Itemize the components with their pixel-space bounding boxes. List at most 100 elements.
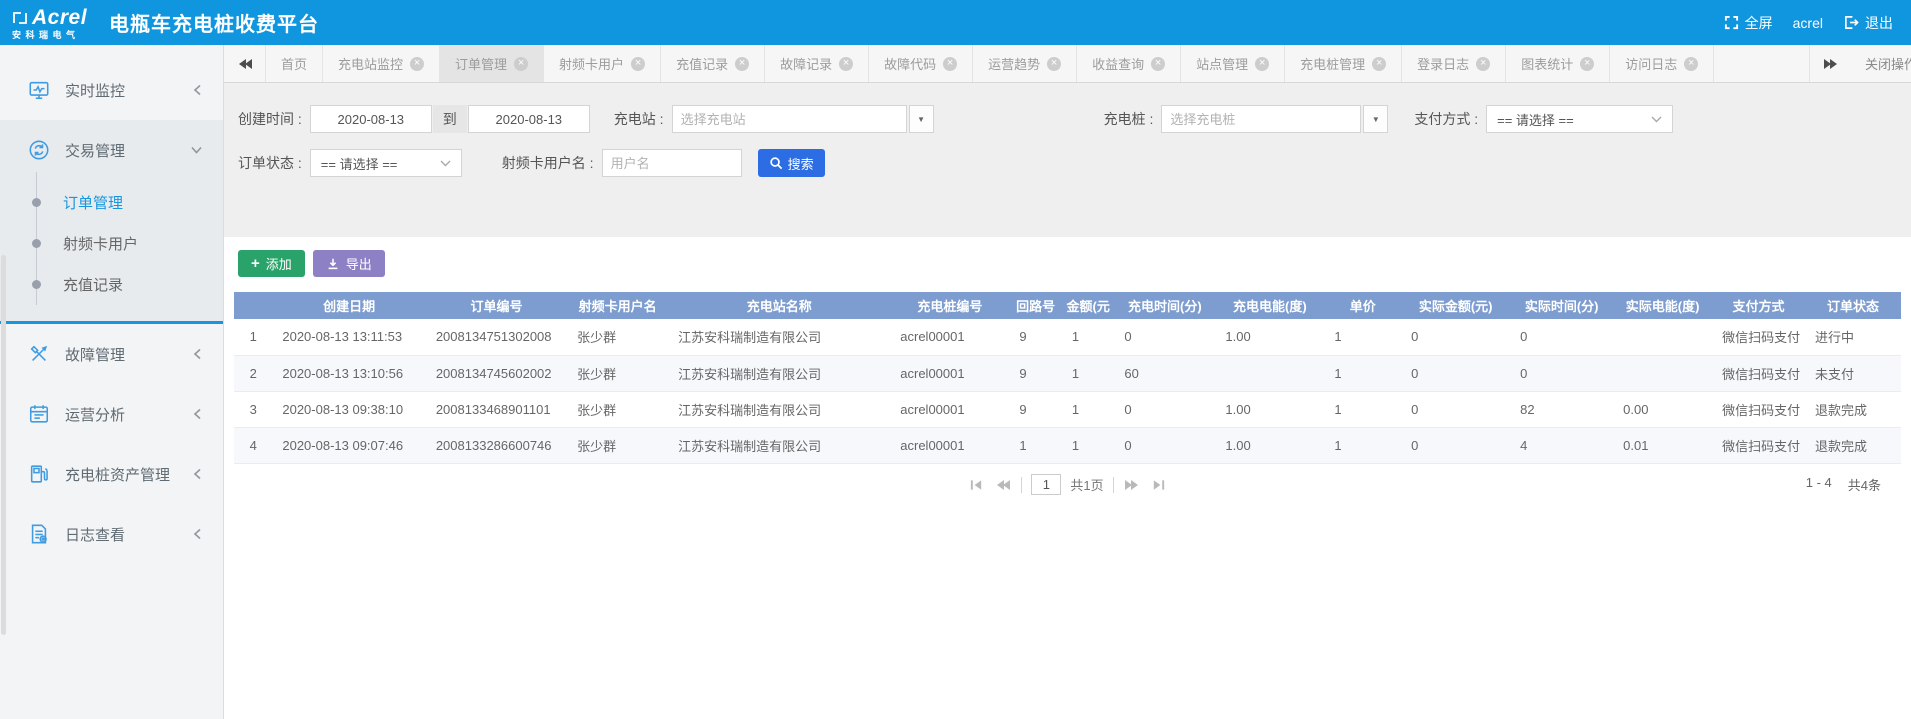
tabs-scroll-left-button[interactable] [224, 45, 266, 82]
tab-close-icon[interactable]: × [1684, 57, 1698, 71]
date-to-input[interactable] [468, 105, 590, 133]
cell: 0 [1510, 319, 1613, 355]
close-operations-menu[interactable]: 关闭操作 [1851, 45, 1911, 82]
pile-combobox-input[interactable] [1161, 105, 1361, 133]
tab-rfid-card-users[interactable]: 射频卡用户× [544, 45, 661, 82]
station-dropdown-arrow-icon[interactable]: ▼ [909, 105, 934, 133]
tab-close-icon[interactable]: × [1476, 57, 1490, 71]
tab-close-icon[interactable]: × [1255, 57, 1269, 71]
table-row[interactable]: 22020-08-13 13:10:562008134745602002张少群江… [234, 355, 1901, 391]
cell: 1 [1324, 355, 1401, 391]
tab-close-icon[interactable]: × [1047, 57, 1061, 71]
sidebar-item-transaction-management[interactable]: 交易管理 [0, 120, 223, 180]
tab-close-icon[interactable]: × [735, 57, 749, 71]
cell: 1.00 [1215, 319, 1324, 355]
cell: 2020-08-13 13:10:56 [272, 355, 425, 391]
sidebar-item-realtime-monitor[interactable]: 实时监控 [0, 60, 223, 120]
rfid-username-label: 射频卡用户名 : [502, 153, 594, 173]
pagination: 共1页 1 - 4 共4条 [224, 464, 1911, 506]
tab-order-management[interactable]: 订单管理 × [440, 45, 544, 82]
order-status-value: == 请选择 == [321, 154, 398, 173]
cell: 0.01 [1613, 427, 1712, 463]
tabs-scroll-right-button[interactable] [1809, 45, 1851, 82]
tab-label: 首页 [281, 54, 307, 73]
last-page-button[interactable] [1150, 477, 1168, 493]
col-header-7: 充电时间(分) [1114, 292, 1215, 319]
tab-close-icon[interactable]: × [1372, 57, 1386, 71]
date-from-input[interactable] [310, 105, 432, 133]
chevron-left-icon [192, 408, 203, 421]
sidebar-scrollbar[interactable] [1, 255, 6, 635]
tab-close-icon[interactable]: × [410, 57, 424, 71]
tab-close-icon[interactable]: × [514, 57, 528, 71]
sidebar-item-fault-management[interactable]: 故障管理 [0, 324, 223, 384]
search-label: 搜索 [788, 154, 814, 173]
pile-dropdown-arrow-icon[interactable]: ▼ [1363, 105, 1388, 133]
rfid-username-input[interactable] [602, 149, 742, 177]
col-header-3: 充电站名称 [668, 292, 890, 319]
table-row[interactable]: 42020-08-13 09:07:462008133286600746张少群江… [234, 427, 1901, 463]
sidebar-item-log-view[interactable]: 日志查看 [0, 504, 223, 564]
tab-fault-records[interactable]: 故障记录× [765, 45, 869, 82]
cell: 9 [1009, 355, 1062, 391]
table-header-row: 创建日期订单编号射频卡用户名充电站名称充电桩编号回路号金额(元充电时间(分)充电… [234, 292, 1901, 319]
chevron-left-icon [192, 468, 203, 481]
logout-button[interactable]: 退出 [1843, 13, 1893, 33]
next-page-button[interactable] [1123, 477, 1141, 493]
table-row[interactable]: 12020-08-13 13:11:532008134751302008张少群江… [234, 319, 1901, 355]
cell: 2020-08-13 09:38:10 [272, 391, 425, 427]
toolbar: + 添加 导出 [224, 237, 1911, 286]
tab-home[interactable]: 首页 [266, 45, 323, 82]
tab-operation-trend[interactable]: 运营趋势× [973, 45, 1077, 82]
filter-row-1: 创建时间 : 到 充电站 : ▼ 充电桩 : ▼ 支付方式 : [238, 105, 1911, 133]
col-header-12: 实际电能(度) [1613, 292, 1712, 319]
tab-login-logs[interactable]: 登录日志× [1402, 45, 1506, 82]
sidebar-item-rfid-card-users[interactable]: 射频卡用户 [0, 223, 223, 264]
add-label: 添加 [266, 254, 292, 273]
sidebar-item-operation-analysis[interactable]: 运营分析 [0, 384, 223, 444]
tab-station-management[interactable]: 站点管理× [1181, 45, 1285, 82]
cell: 82 [1510, 391, 1613, 427]
tab-revenue-query[interactable]: 收益查询× [1077, 45, 1181, 82]
table-row[interactable]: 32020-08-13 09:38:102008133468901101张少群江… [234, 391, 1901, 427]
prev-page-button[interactable] [994, 477, 1012, 493]
tab-close-icon[interactable]: × [839, 57, 853, 71]
sidebar-item-order-management[interactable]: 订单管理 [0, 182, 223, 223]
cell: 0 [1401, 355, 1510, 391]
cell: 2020-08-13 09:07:46 [272, 427, 425, 463]
tab-close-icon[interactable]: × [1580, 57, 1594, 71]
chevron-left-icon [192, 348, 203, 361]
add-button[interactable]: + 添加 [238, 250, 305, 277]
cell: 微信扫码支付 [1712, 427, 1805, 463]
cell: 微信扫码支付 [1712, 319, 1805, 355]
tab-access-logs[interactable]: 访问日志× [1610, 45, 1714, 82]
page-number-input[interactable] [1031, 474, 1061, 495]
fullscreen-button[interactable]: 全屏 [1724, 13, 1773, 33]
tab-close-icon[interactable]: × [631, 57, 645, 71]
cell: acrel00001 [890, 391, 1009, 427]
header-actions: 全屏 acrel 退出 [1724, 13, 1911, 33]
tab-label: 订单管理 [455, 54, 507, 73]
cell [1215, 355, 1324, 391]
logo-subtext: 安科瑞电气 [12, 31, 80, 40]
sidebar-item-recharge-records[interactable]: 充值记录 [0, 264, 223, 305]
tab-bar: 首页充电站监控×订单管理×射频卡用户×充值记录×故障记录×故障代码×运营趋势×收… [224, 45, 1911, 83]
tab-close-icon[interactable]: × [943, 57, 957, 71]
pay-method-select[interactable]: == 请选择 == [1486, 105, 1673, 133]
sidebar-item-pile-asset-management[interactable]: 充电桩资产管理 [0, 444, 223, 504]
col-rownum [234, 292, 272, 319]
tab-chart-statistics[interactable]: 图表统计× [1506, 45, 1610, 82]
first-page-button[interactable] [967, 477, 985, 493]
station-combobox-input[interactable] [672, 105, 907, 133]
tab-close-icon[interactable]: × [1151, 57, 1165, 71]
tab-station-monitor[interactable]: 充电站监控× [323, 45, 440, 82]
current-user[interactable]: acrel [1793, 15, 1823, 31]
search-button[interactable]: 搜索 [758, 149, 825, 177]
cell: 江苏安科瑞制造有限公司 [668, 427, 890, 463]
tab-fault-codes[interactable]: 故障代码× [869, 45, 973, 82]
export-button[interactable]: 导出 [313, 250, 385, 277]
tab-pile-management[interactable]: 充电桩管理× [1285, 45, 1402, 82]
order-status-select[interactable]: == 请选择 == [310, 149, 462, 177]
col-header-5: 回路号 [1009, 292, 1062, 319]
tab-recharge-records[interactable]: 充值记录× [661, 45, 765, 82]
